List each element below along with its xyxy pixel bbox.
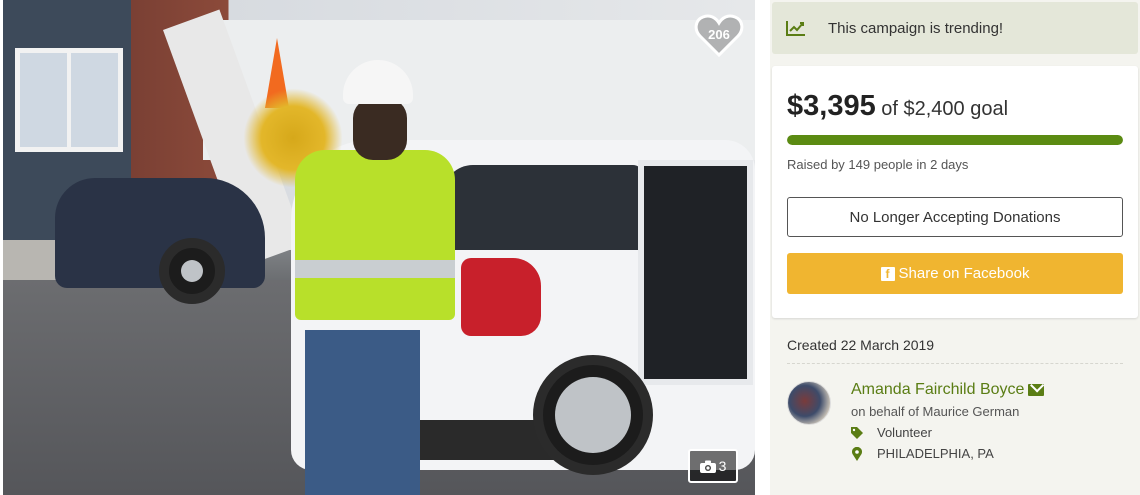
tag-icon (851, 426, 863, 439)
safety-vest (295, 150, 455, 320)
dark-car-wheel (159, 238, 225, 304)
jeans (305, 330, 420, 495)
worker-person (265, 60, 465, 495)
goal-text: of $2,400 goal (881, 98, 1009, 120)
suv-rear-window (443, 165, 643, 250)
mail-icon[interactable] (1028, 384, 1045, 396)
heart-badge[interactable]: 206 (694, 13, 744, 59)
campaign-sidebar: This campaign is trending! $3,395 of $2,… (770, 0, 1140, 495)
role-row: Volunteer (851, 425, 932, 440)
worker-face (353, 98, 407, 160)
donation-card: $3,395 of $2,400 goal Raised by 149 peop… (772, 66, 1138, 318)
house-window (15, 48, 123, 152)
campaign-photo[interactable]: 206 3 (3, 0, 755, 495)
no-longer-accepting-button[interactable]: No Longer Accepting Donations (787, 197, 1123, 237)
organizer-avatar[interactable] (787, 381, 831, 425)
campaign-page: 206 3 This campaign is trending! $3,395 (0, 0, 1140, 495)
location-row: PHILADELPHIA, PA (851, 446, 994, 461)
facebook-icon: f (880, 266, 895, 281)
organizer-link[interactable]: Amanda Fairchild Boyce (851, 381, 1045, 399)
location-text: PHILADELPHIA, PA (877, 446, 994, 461)
organizer-name: Amanda Fairchild Boyce (851, 381, 1025, 398)
role-text: Volunteer (877, 425, 932, 440)
trending-banner: This campaign is trending! (772, 2, 1138, 54)
vest-reflective-stripe (295, 260, 455, 278)
divider (787, 363, 1123, 364)
location-pin-icon (852, 446, 862, 461)
progress-bar (787, 135, 1123, 145)
suv-open-door (638, 160, 753, 385)
photo-count-label: 3 (718, 458, 727, 474)
photo-gallery-button[interactable]: 3 (688, 449, 738, 483)
progress-fill (787, 135, 1123, 145)
trending-text: This campaign is trending! (828, 19, 1004, 37)
raised-amount: $3,395 (787, 90, 876, 122)
share-facebook-button[interactable]: f Share on Facebook (787, 253, 1123, 294)
trend-chart-icon (786, 21, 805, 36)
hard-hat (343, 60, 413, 104)
funding-summary: $3,395 of $2,400 goal (787, 90, 1008, 123)
share-facebook-label: Share on Facebook (898, 265, 1030, 282)
camera-icon (699, 460, 716, 473)
beneficiary-text: on behalf of Maurice German (851, 404, 1020, 419)
suv-taillight (461, 258, 541, 336)
created-date: Created 22 March 2019 (787, 337, 935, 353)
heart-count: 206 (708, 27, 730, 42)
suv-wheel (533, 355, 653, 475)
raised-by-text: Raised by 149 people in 2 days (787, 157, 969, 172)
